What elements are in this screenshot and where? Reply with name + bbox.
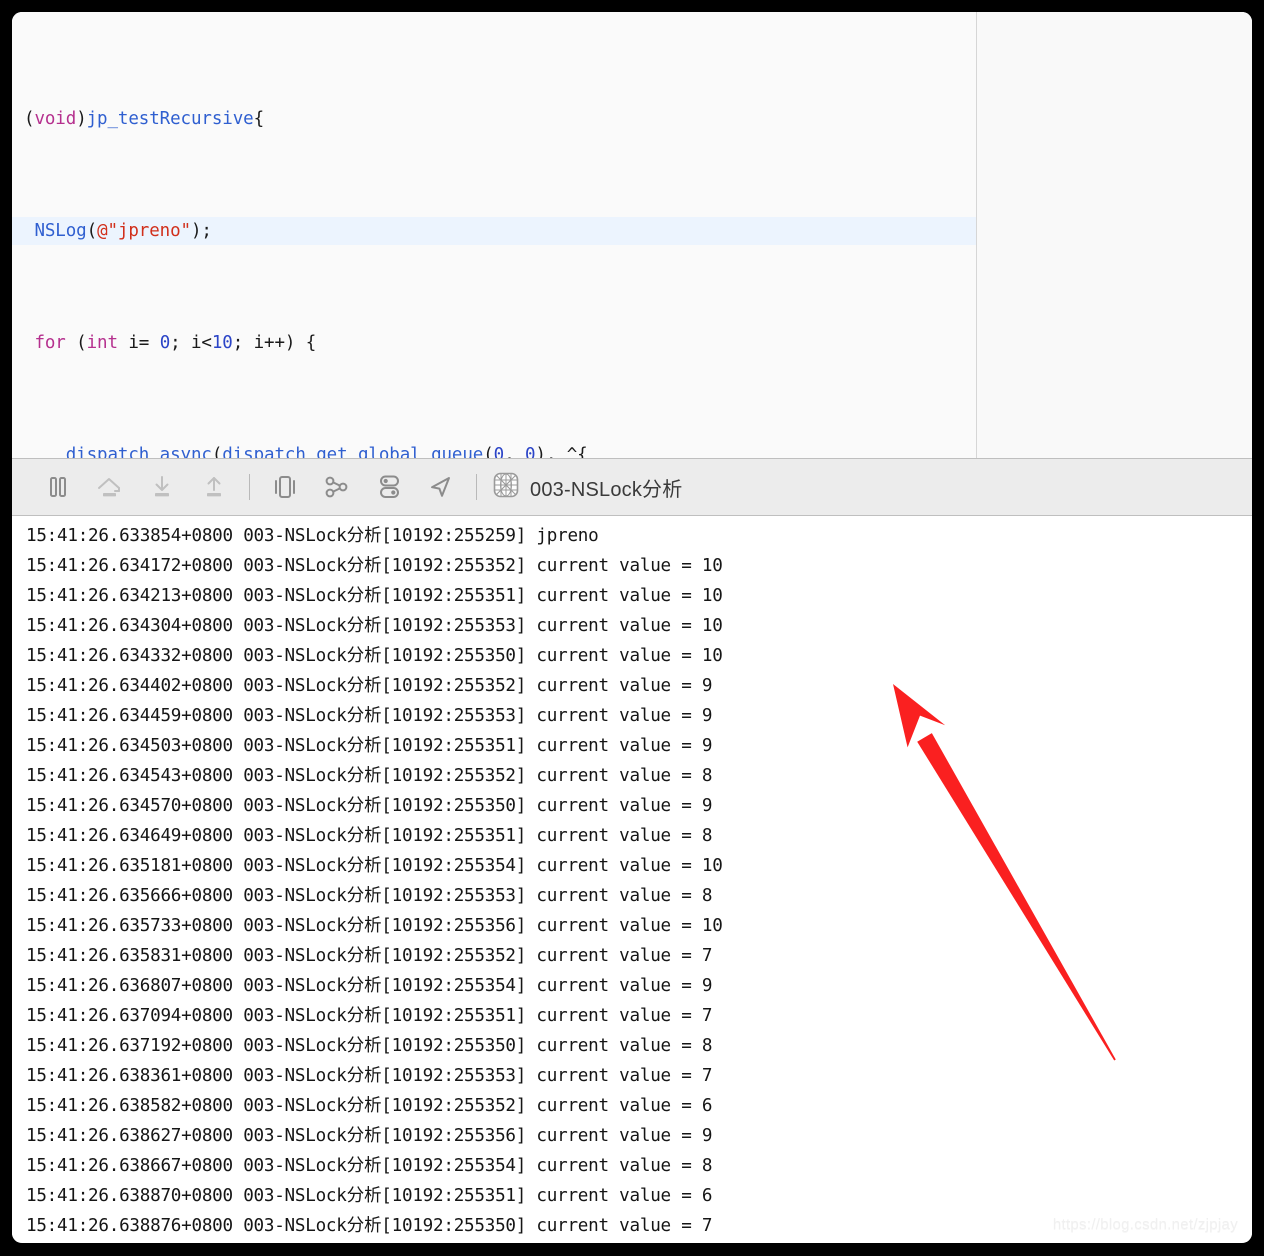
pause-icon[interactable] [32, 465, 84, 509]
debug-view-hierarchy-icon[interactable] [259, 465, 311, 509]
code-editor-pane: (void)jp_testRecursive{ NSLog(@"jpreno")… [12, 12, 1252, 458]
screenshot-root: (void)jp_testRecursive{ NSLog(@"jpreno")… [0, 0, 1264, 1256]
watermark-text: https://blog.csdn.net/zjpjay [1052, 1216, 1238, 1233]
log-line: 15:41:26.635666+0800 003-NSLock分析[10192:… [26, 886, 713, 906]
editor-secondary-pane[interactable] [976, 12, 1252, 458]
log-line: 15:41:26.638627+0800 003-NSLock分析[10192:… [26, 1126, 713, 1146]
step-over-icon[interactable] [84, 465, 136, 509]
log-line: 15:41:26.635733+0800 003-NSLock分析[10192:… [26, 916, 723, 936]
environment-overrides-icon[interactable] [363, 465, 415, 509]
log-line: 15:41:26.634459+0800 003-NSLock分析[10192:… [26, 706, 713, 726]
code-line-0[interactable]: (void)jp_testRecursive{ [12, 105, 976, 133]
debug-toolbar: 003-NSLock分析 [12, 458, 1252, 516]
source-code[interactable]: (void)jp_testRecursive{ NSLog(@"jpreno")… [12, 12, 1252, 458]
toolbar-divider-2 [476, 474, 477, 500]
log-line: 15:41:26.636807+0800 003-NSLock分析[10192:… [26, 976, 713, 996]
xcode-window: (void)jp_testRecursive{ NSLog(@"jpreno")… [12, 12, 1252, 1243]
log-line: 15:41:26.634332+0800 003-NSLock分析[10192:… [26, 646, 723, 666]
toolbar-divider-1 [249, 474, 250, 500]
code-editor-text-area[interactable]: (void)jp_testRecursive{ NSLog(@"jpreno")… [12, 12, 1252, 458]
debug-memory-graph-icon[interactable] [311, 465, 363, 509]
log-line: 15:41:26.634503+0800 003-NSLock分析[10192:… [26, 736, 713, 756]
code-line-3[interactable]: dispatch_async(dispatch_get_global_queue… [12, 441, 976, 458]
log-line: 15:41:26.635831+0800 003-NSLock分析[10192:… [26, 946, 713, 966]
log-line: 15:41:26.635181+0800 003-NSLock分析[10192:… [26, 856, 723, 876]
log-line: 15:41:26.638582+0800 003-NSLock分析[10192:… [26, 1096, 713, 1116]
log-line: 15:41:26.633854+0800 003-NSLock分析[10192:… [26, 526, 599, 546]
log-line: 15:41:26.634543+0800 003-NSLock分析[10192:… [26, 766, 713, 786]
log-line: 15:41:26.634649+0800 003-NSLock分析[10192:… [26, 826, 713, 846]
log-line: 15:41:26.638870+0800 003-NSLock分析[10192:… [26, 1186, 713, 1206]
simulate-location-icon[interactable] [415, 465, 467, 509]
debug-process-indicator[interactable]: 003-NSLock分析 [492, 471, 682, 504]
log-line: 15:41:26.638361+0800 003-NSLock分析[10192:… [26, 1066, 713, 1086]
log-line: 15:41:26.634172+0800 003-NSLock分析[10192:… [26, 556, 723, 576]
log-line: 15:41:26.634213+0800 003-NSLock分析[10192:… [26, 586, 723, 606]
grid-globe-icon [492, 471, 520, 504]
debug-process-label: 003-NSLock分析 [530, 478, 683, 501]
step-out-icon[interactable] [188, 465, 240, 509]
log-line: 15:41:26.638667+0800 003-NSLock分析[10192:… [26, 1156, 713, 1176]
step-into-icon[interactable] [136, 465, 188, 509]
console-output-pane[interactable]: 15:41:26.633854+0800 003-NSLock分析[10192:… [12, 516, 1252, 1242]
log-line: 15:41:26.637192+0800 003-NSLock分析[10192:… [26, 1036, 713, 1056]
log-line: 15:41:26.634570+0800 003-NSLock分析[10192:… [26, 796, 713, 816]
code-line-2[interactable]: for (int i= 0; i<10; i++) { [12, 329, 976, 357]
log-line: 15:41:26.637094+0800 003-NSLock分析[10192:… [26, 1006, 713, 1026]
log-line: 15:41:26.634304+0800 003-NSLock分析[10192:… [26, 616, 723, 636]
log-line: 15:41:26.634402+0800 003-NSLock分析[10192:… [26, 676, 713, 696]
